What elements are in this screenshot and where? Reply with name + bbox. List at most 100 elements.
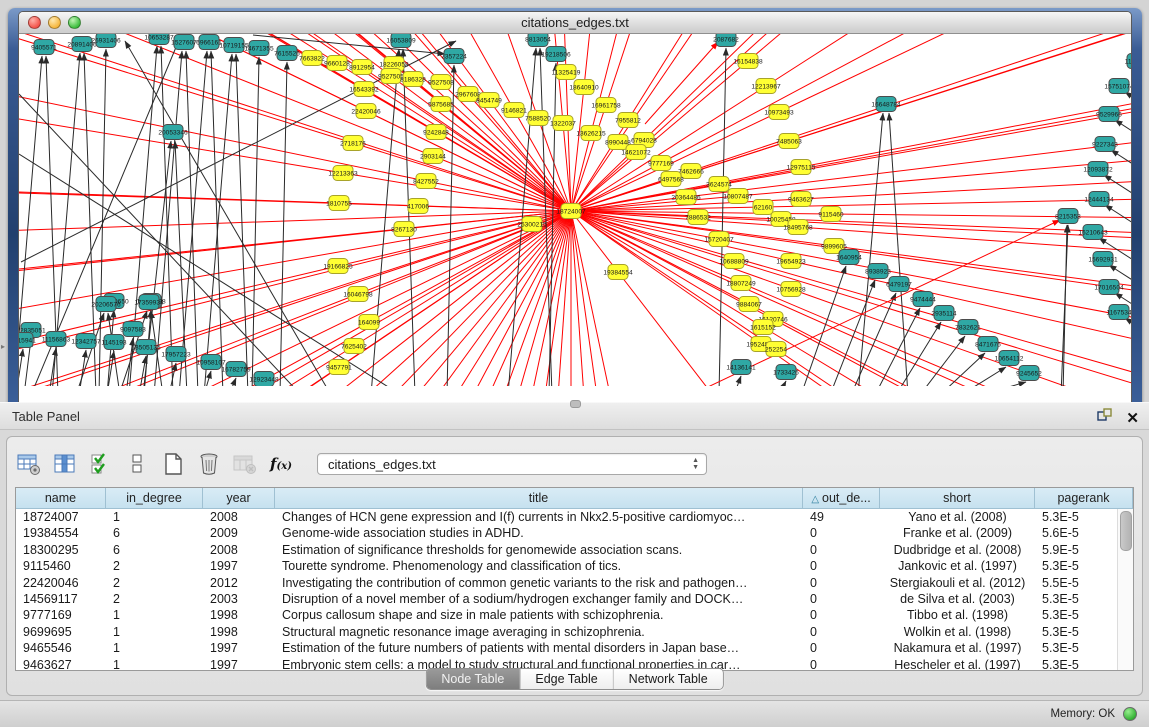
table-cell[interactable]: 6 [106,525,203,541]
network-node[interactable]: 7832621 [955,320,981,335]
red-edge[interactable] [367,211,571,386]
close-panel-icon[interactable]: ✕ [1126,412,1139,425]
network-node[interactable]: 16961758 [591,98,621,113]
network-node[interactable]: 1640954 [836,250,862,265]
column-header[interactable]: year [203,488,275,509]
column-header[interactable]: △out_de... [803,488,880,509]
network-node[interactable]: 19218506 [541,47,571,62]
network-node[interactable]: 1733426 [773,365,799,380]
red-edge[interactable] [791,289,1132,386]
network-node[interactable]: 252254 [765,342,787,357]
table-cell[interactable]: 1 [106,607,203,623]
table-cell[interactable]: Hescheler et al. (1997) [880,657,1035,671]
black-edge[interactable] [1125,318,1132,354]
network-node[interactable]: 12213363 [328,166,358,181]
table-row[interactable]: 1872400712008Changes of HCN gene express… [16,509,1133,525]
network-node[interactable]: 7588520 [525,111,551,126]
black-edge[interactable] [1105,205,1132,241]
network-canvas[interactable]: 1872400725300215193845547663822966012889… [19,34,1131,405]
table-cell[interactable]: Tourette syndrome. Phenomenology and cla… [275,558,803,574]
table-cell[interactable]: 1 [106,657,203,671]
network-node[interactable]: 9527508 [428,75,454,90]
table-cell[interactable]: Tibbo et al. (1998) [880,607,1035,623]
network-node[interactable]: 8471676 [975,337,1001,352]
network-node[interactable]: 2718176 [340,136,366,151]
table-cell[interactable]: 19384554 [16,525,106,541]
table-cell[interactable]: Dudbridge et al. (2008) [880,542,1035,558]
table-cell[interactable]: 2003 [203,591,275,607]
network-node[interactable]: 13626215 [576,126,606,141]
black-edge[interactable] [981,382,1026,386]
table-cell[interactable]: 2008 [203,542,275,558]
network-node[interactable]: 9463627 [788,192,814,207]
network-node[interactable]: 7485063 [776,134,802,149]
table-row[interactable]: 946554611997Estimation of the future num… [16,640,1133,656]
black-edge[interactable] [1063,225,1067,386]
table-cell[interactable]: 1 [106,509,203,525]
column-header[interactable]: title [275,488,803,509]
network-node[interactable]: 16053809 [386,34,416,48]
table-cell[interactable]: 2008 [203,509,275,525]
tab-edge-table[interactable]: Edge Table [520,669,613,689]
table-cell[interactable]: 0 [803,640,880,656]
network-node[interactable]: 164099 [358,315,380,330]
red-edge[interactable] [584,34,673,87]
network-node[interactable]: 9242848 [423,125,449,140]
network-node[interactable]: 1322037 [550,116,576,131]
table-cell[interactable]: 49 [803,509,880,525]
table-cell[interactable]: 2009 [203,525,275,541]
table-selector-dropdown[interactable]: citations_edges.txt ▲▼ [317,453,707,475]
table-row[interactable]: 911546021997Tourette syndrome. Phenomeno… [16,558,1133,574]
network-node[interactable]: 9777169 [648,156,674,171]
float-window-icon[interactable] [1097,408,1112,428]
black-edge[interactable] [940,353,985,386]
function-builder-icon[interactable]: f(x) [267,450,295,478]
network-node[interactable]: 16154838 [733,54,763,69]
table-cell[interactable]: 1 [106,624,203,640]
network-node[interactable]: 1117510 [1125,54,1132,69]
network-node[interactable]: 7615526 [274,46,300,61]
black-edge[interactable] [154,51,182,386]
black-edge[interactable] [229,378,236,386]
network-node[interactable]: 8427552 [413,174,439,189]
network-node[interactable]: 2087682 [713,34,739,47]
network-node[interactable]: 1615152 [750,320,776,335]
table-cell[interactable]: 9465546 [16,640,106,656]
network-node[interactable]: 5875685 [428,97,454,112]
table-cell[interactable]: Genome-wide association studies in ADHD. [275,525,803,541]
red-edge[interactable] [566,72,571,211]
network-node[interactable]: 9457791 [326,360,352,375]
black-edge[interactable] [779,381,786,386]
panel-splitter-handle[interactable] [570,400,581,408]
red-edge[interactable] [628,34,1091,120]
network-node[interactable]: 9529966 [1096,107,1122,122]
red-edge[interactable] [343,173,571,211]
network-node[interactable]: 15751074 [1104,79,1132,94]
network-node[interactable]: 12213967 [751,79,781,94]
table-cell[interactable]: Stergiakouli et al. (2012) [880,575,1035,591]
table-cell[interactable]: Nakamura et al. (1997) [880,640,1035,656]
table-cell[interactable]: Changes of HCN gene expression and I(f) … [275,509,803,525]
network-node[interactable]: 7625402 [341,339,367,354]
network-node[interactable]: 12444134 [1084,192,1114,207]
network-node[interactable]: 2903144 [420,149,446,164]
table-row[interactable]: 1830029562008Estimation of significance … [16,542,1133,558]
red-edge[interactable] [618,34,1123,142]
red-edge[interactable] [19,177,339,203]
table-cell[interactable]: 2 [106,591,203,607]
table-row[interactable]: 977716911998Corpus callosum shape and si… [16,607,1133,623]
red-edge[interactable] [779,34,1132,112]
table-cell[interactable]: Estimation of the future numbers of pati… [275,640,803,656]
red-edge[interactable] [571,133,591,211]
black-edge[interactable] [179,51,207,386]
black-edge[interactable] [889,113,908,386]
table-row[interactable]: 1938455462009Genome-wide association stu… [16,525,1133,541]
table-cell[interactable]: 2 [106,575,203,591]
network-node[interactable]: 1527607 [171,35,197,50]
network-node[interactable]: 8215353 [1055,209,1081,224]
table-scrollbar[interactable] [1117,509,1133,670]
network-node[interactable]: 11325419 [552,65,581,80]
table-cell[interactable]: 0 [803,591,880,607]
table-cell[interactable]: 0 [803,558,880,574]
table-cell[interactable]: 1998 [203,607,275,623]
